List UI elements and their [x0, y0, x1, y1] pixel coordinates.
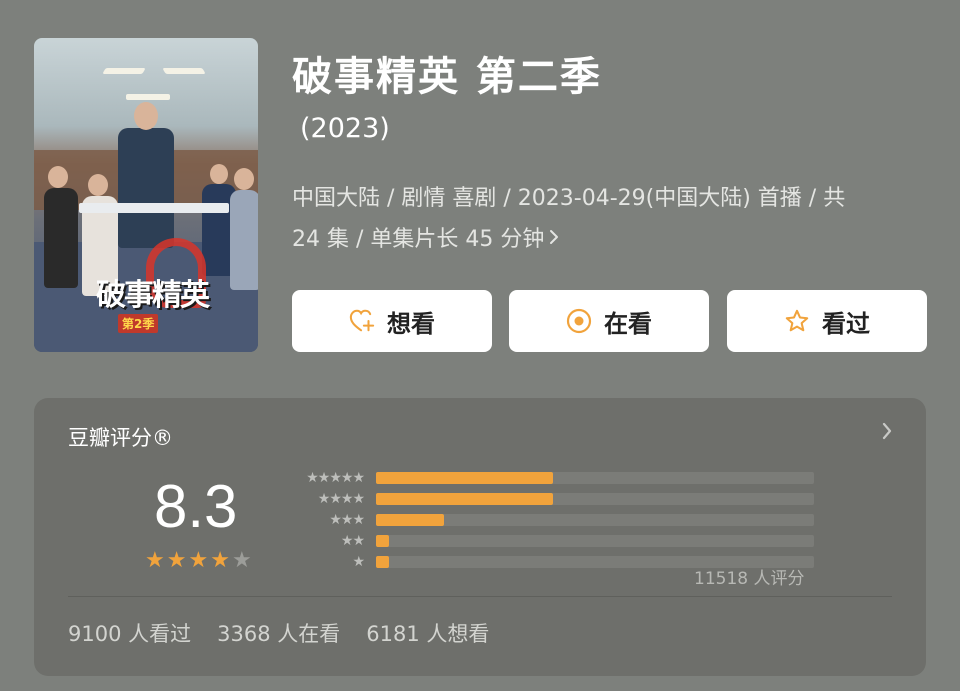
poster-head — [88, 174, 108, 196]
show-meta[interactable]: 中国大陆 / 剧情 喜剧 / 2023-04-29(中国大陆) 首播 / 共 2… — [292, 178, 932, 260]
poster-head — [48, 166, 68, 188]
poster-light — [102, 68, 146, 74]
star-outline-icon — [784, 308, 810, 334]
star-filled-icon: ★ — [210, 548, 230, 573]
rating-bar-track — [376, 472, 814, 484]
poster-light — [162, 68, 206, 74]
poster-head — [134, 102, 158, 130]
watching-button[interactable]: 在看 — [509, 290, 709, 352]
want-count[interactable]: 6181 人想看 — [366, 618, 489, 648]
rating-bar-track — [376, 493, 814, 505]
rating-stars: ★ ★ ★ ★ ★ — [145, 548, 252, 574]
poster-person — [230, 190, 258, 290]
bar-stars-label: ★★★ — [329, 512, 365, 528]
watched-label: 看过 — [822, 309, 870, 338]
rating-bar-row-5: ★★★★★ — [286, 470, 816, 486]
rating-bar-row-2: ★★ — [286, 533, 816, 549]
rating-bar-track — [376, 535, 814, 547]
heart-plus-icon — [349, 308, 375, 334]
rating-bar-row-3: ★★★ — [286, 512, 816, 528]
rating-bar-row-4: ★★★★ — [286, 491, 816, 507]
chevron-right-icon[interactable] — [880, 420, 894, 448]
rating-bar-fill — [376, 472, 553, 484]
target-icon — [566, 308, 592, 334]
star-filled-icon: ★ — [188, 548, 209, 573]
bar-stars-label: ★ — [352, 554, 365, 570]
rating-bar-fill — [376, 514, 444, 526]
poster-logo-subtitle: 第2季 — [118, 314, 159, 333]
poster-person — [118, 128, 174, 248]
poster-light — [126, 94, 170, 100]
star-empty-icon: ★ — [231, 548, 252, 573]
rating-bar-fill — [376, 556, 389, 568]
bar-stars-label: ★★★★ — [317, 491, 365, 507]
poster-person — [44, 188, 78, 288]
rating-panel[interactable]: 豆瓣评分® 8.3 ★ ★ ★ ★ ★ ★★★★★ ★★★★ ★★★ ★★ ★ 11518 人评… — [34, 398, 926, 676]
watching-count[interactable]: 3368 人在看 — [217, 618, 340, 648]
rating-bar-track — [376, 514, 814, 526]
page-title: 破事精英 第二季 — [292, 54, 602, 100]
rating-heading: 豆瓣评分® — [68, 426, 173, 450]
rating-score: 8.3 — [154, 473, 238, 540]
meta-line-2: 24 集 / 单集片长 45 分钟 — [292, 219, 932, 260]
poster-head — [234, 168, 254, 190]
watched-button[interactable]: 看过 — [727, 290, 927, 352]
poster-head — [210, 164, 228, 184]
watched-count[interactable]: 9100 人看过 — [68, 618, 191, 648]
rating-bar-fill — [376, 535, 389, 547]
star-filled-icon: ★ — [145, 548, 165, 573]
engagement-counts: 9100 人看过 3368 人在看 6181 人想看 — [68, 618, 489, 648]
star-filled-icon: ★ — [166, 548, 187, 573]
watching-label: 在看 — [604, 309, 652, 338]
divider — [68, 596, 892, 597]
meta-line-2-text: 24 集 / 单集片长 45 分钟 — [292, 227, 545, 252]
poster-table — [79, 203, 229, 213]
rating-total: 11518 人评分 — [694, 569, 805, 589]
bar-stars-label: ★★★★★ — [306, 470, 365, 486]
rating-bar-fill — [376, 493, 553, 505]
bar-stars-label: ★★ — [340, 533, 365, 549]
poster-logo: 破事精英 — [96, 278, 210, 313]
poster-image[interactable]: 破事精英 第2季 — [34, 38, 258, 352]
chevron-right-icon — [548, 219, 560, 260]
release-year: (2023) — [300, 113, 390, 144]
want-to-watch-label: 想看 — [387, 309, 435, 338]
meta-line-1: 中国大陆 / 剧情 喜剧 / 2023-04-29(中国大陆) 首播 / 共 — [292, 186, 846, 211]
want-to-watch-button[interactable]: 想看 — [292, 290, 492, 352]
